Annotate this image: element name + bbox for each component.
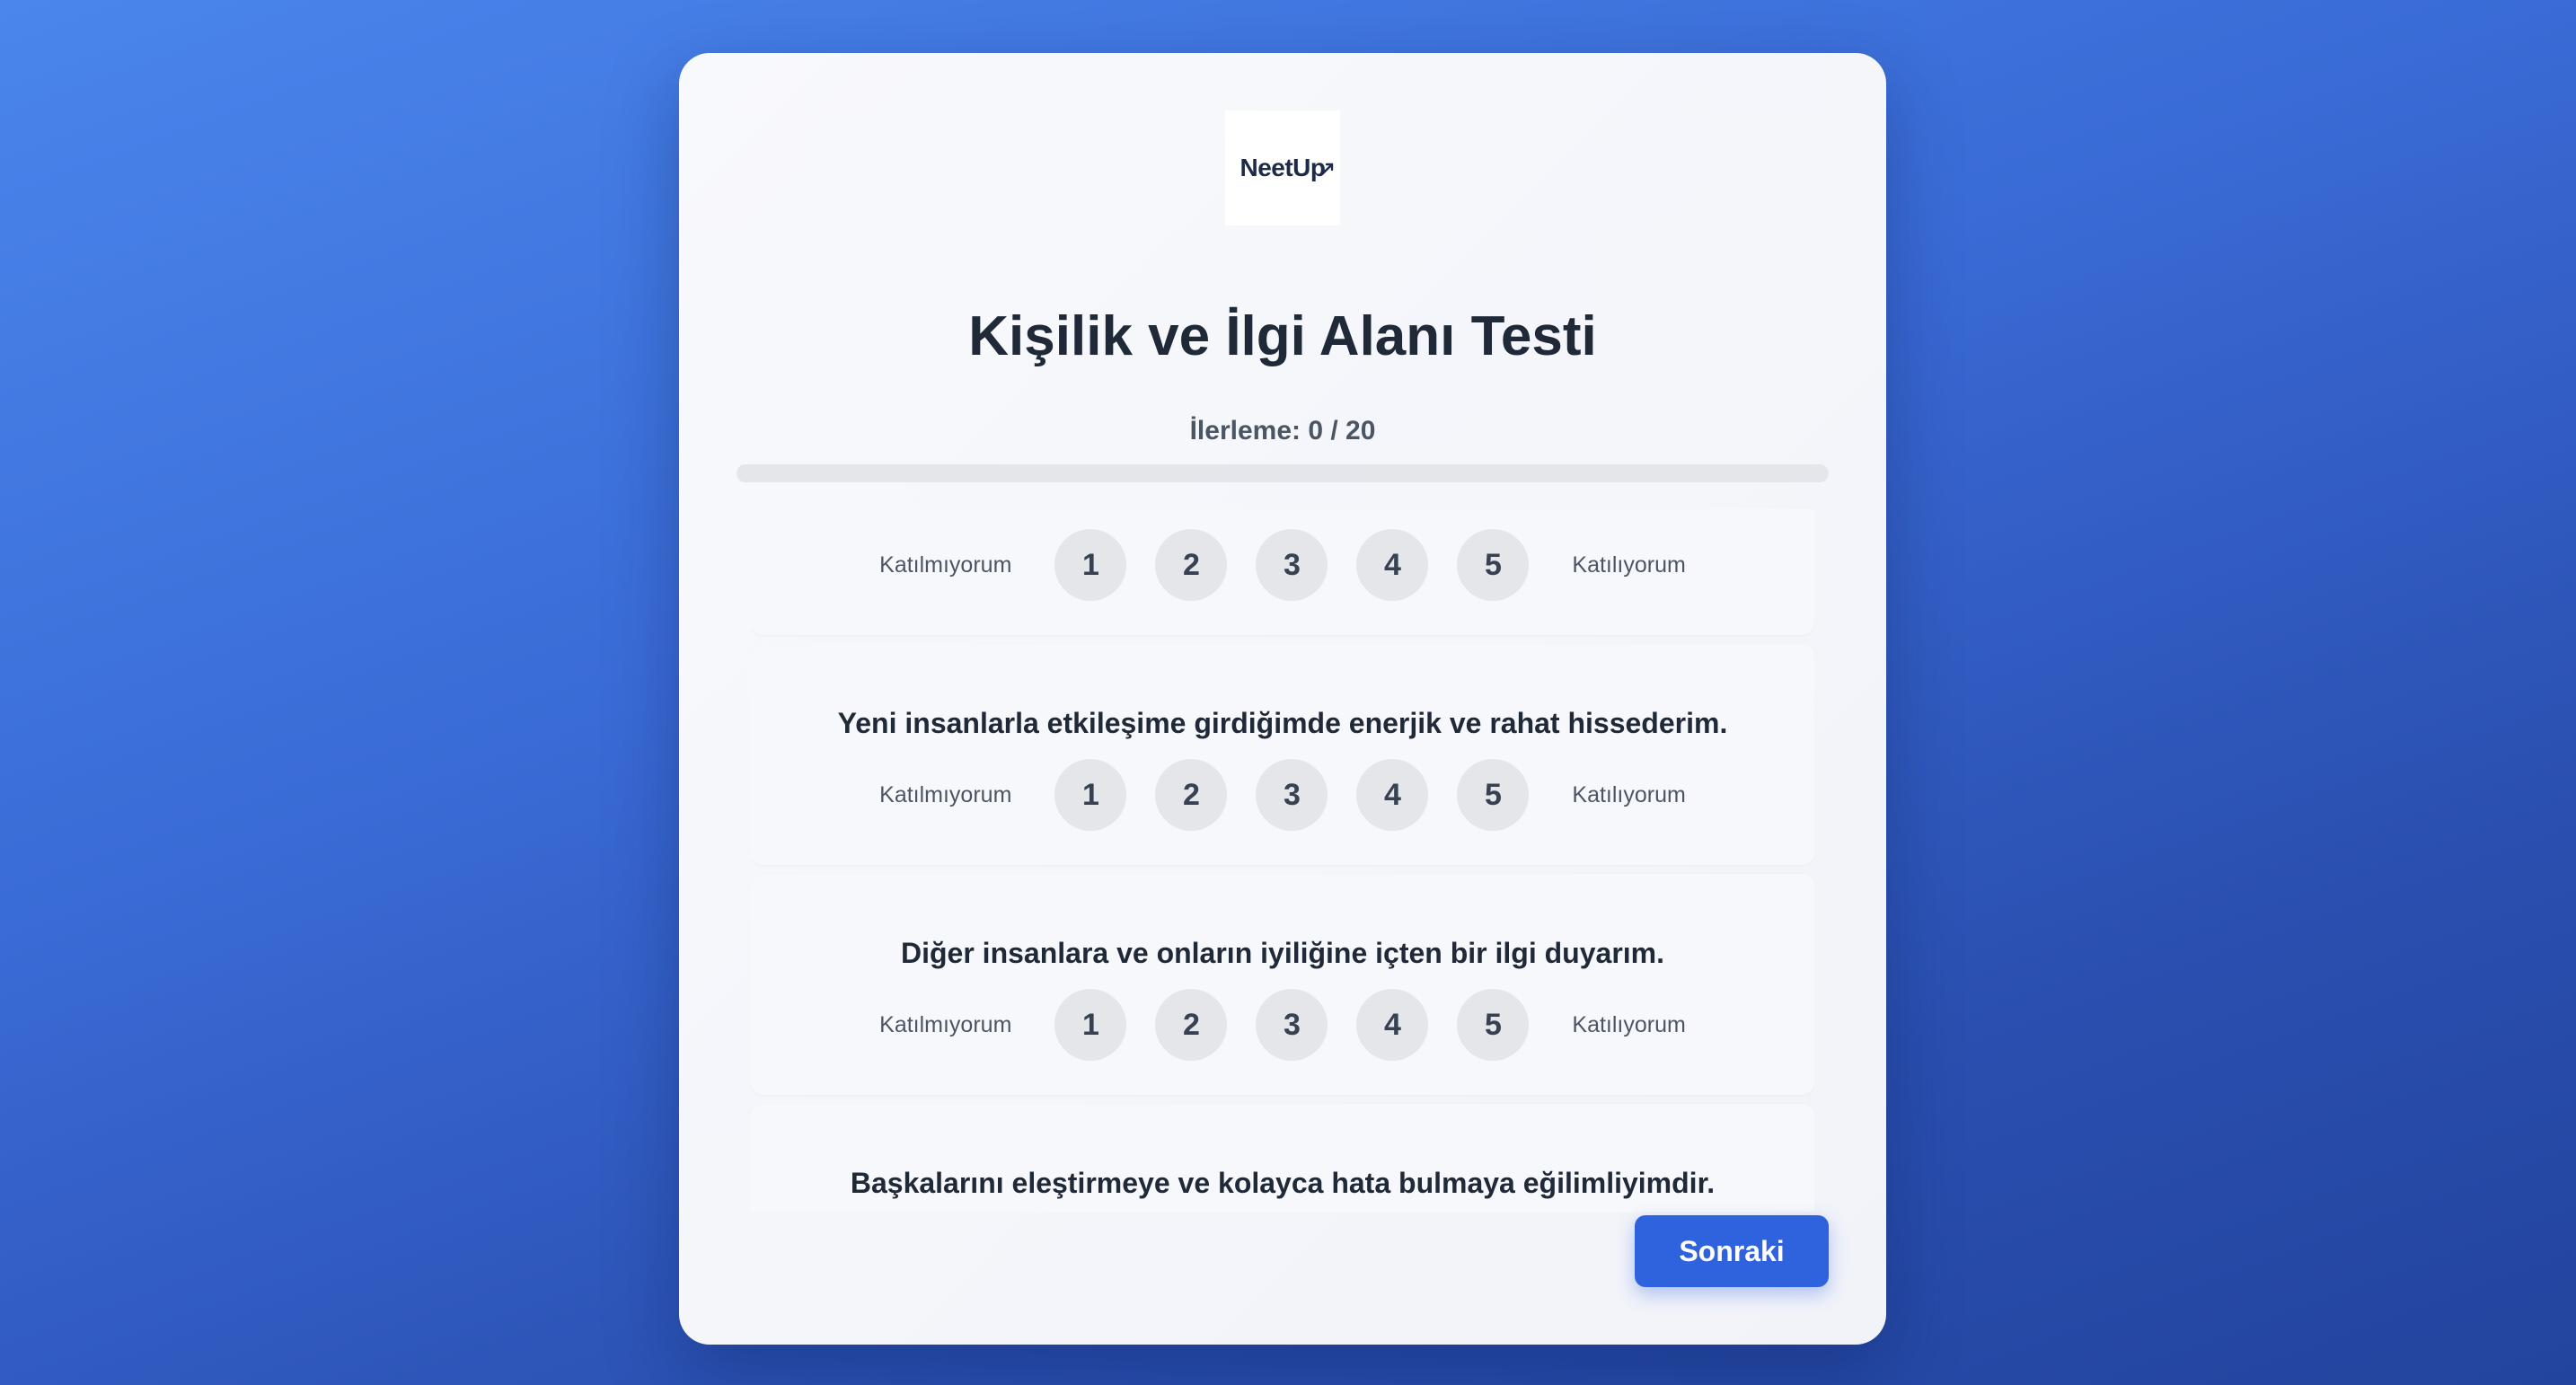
question-card: Başkalarını eleştirmeye ve kolayca hata … [751, 1104, 1814, 1212]
rating-option-4[interactable]: 4 [1356, 529, 1429, 601]
logo-arrow-icon [1321, 163, 1334, 175]
rating-option-4[interactable]: 4 [1356, 989, 1429, 1061]
next-button[interactable]: Sonraki [1635, 1215, 1829, 1287]
scale-label-disagree: Katılmıyorum [879, 781, 1012, 807]
rating-option-1[interactable]: 1 [1054, 989, 1127, 1061]
rating-option-4[interactable]: 4 [1356, 759, 1429, 831]
rating-option-3[interactable]: 3 [1256, 989, 1328, 1061]
scale-label-agree: Katılıyorum [1572, 551, 1686, 578]
question-card: Yeni insanlarla etkileşime girdiğimde en… [751, 644, 1814, 865]
question-card: Katılmıyorum 1 2 3 4 5 Katılıyorum [751, 509, 1814, 635]
rating-option-5[interactable]: 5 [1457, 529, 1530, 601]
rating-option-5[interactable]: 5 [1457, 759, 1530, 831]
question-list-inner: Katılmıyorum 1 2 3 4 5 Katılıyorum Yeni insanla… [751, 509, 1814, 1212]
scale-label-agree: Katılıyorum [1572, 1011, 1686, 1037]
scale-label-agree: Katılıyorum [1572, 781, 1686, 807]
rating-option-3[interactable]: 3 [1256, 759, 1328, 831]
logo-text: NeetUp [1239, 154, 1326, 181]
question-list[interactable]: Katılmıyorum 1 2 3 4 5 Katılıyorum Yeni insanla… [751, 509, 1814, 1212]
scale-label-disagree: Katılmıyorum [879, 551, 1012, 578]
scale-label-disagree: Katılmıyorum [879, 1011, 1012, 1037]
rating-scale: Katılmıyorum 1 2 3 4 5 Katılıyorum [751, 989, 1814, 1061]
rating-option-3[interactable]: 3 [1256, 529, 1328, 601]
progress-bar [737, 464, 1829, 482]
progress-label: İlerleme: 0 / 20 [1189, 416, 1376, 445]
rating-scale: Katılmıyorum 1 2 3 4 5 Katılıyorum [751, 759, 1814, 831]
question-text: Yeni insanlarla etkileşime girdiğimde en… [837, 707, 1728, 739]
rating-option-5[interactable]: 5 [1457, 989, 1530, 1061]
rating-option-2[interactable]: 2 [1155, 529, 1228, 601]
rating-option-1[interactable]: 1 [1054, 759, 1127, 831]
page-title: Kişilik ve İlgi Alanı Testi [968, 305, 1597, 367]
question-text: Başkalarını eleştirmeye ve kolayca hata … [850, 1167, 1716, 1199]
question-text: Diğer insanlara ve onların iyiliğine içt… [900, 937, 1664, 969]
logo: NeetUp [1225, 110, 1340, 225]
rating-option-2[interactable]: 2 [1155, 989, 1228, 1061]
rating-option-1[interactable]: 1 [1054, 529, 1127, 601]
test-card: NeetUp Kişilik ve İlgi Alanı Testi İlerl… [679, 53, 1886, 1345]
rating-option-2[interactable]: 2 [1155, 759, 1228, 831]
rating-scale: Katılmıyorum 1 2 3 4 5 Katılıyorum [751, 529, 1814, 601]
question-card: Diğer insanlara ve onların iyiliğine içt… [751, 874, 1814, 1095]
